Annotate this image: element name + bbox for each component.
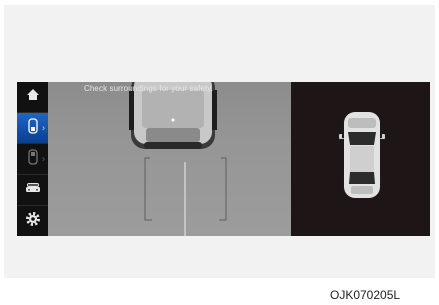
parking-guide-lines bbox=[144, 157, 227, 236]
safety-warning-text: Check surroundings for your safety. bbox=[84, 84, 214, 93]
rear-camera-view: Check surroundings for your safety. bbox=[48, 82, 291, 236]
front-view-camera-button[interactable]: › bbox=[17, 144, 48, 175]
vehicle-top-view-icon bbox=[339, 112, 385, 198]
camera-sidebar: › › bbox=[17, 82, 48, 236]
rear-view-camera-button[interactable]: › bbox=[17, 113, 48, 144]
home-icon bbox=[26, 88, 40, 106]
vehicle-view-button[interactable] bbox=[17, 175, 48, 206]
rear-view-camera-icon bbox=[26, 117, 40, 139]
home-button[interactable] bbox=[17, 82, 48, 113]
chevron-right-icon: › bbox=[42, 153, 45, 164]
front-view-camera-icon bbox=[26, 148, 40, 170]
chevron-right-icon: › bbox=[42, 122, 45, 133]
parking-view-screen: › › Check surroundings for your safety. bbox=[17, 82, 430, 236]
settings-gear-icon bbox=[25, 211, 41, 232]
settings-button[interactable] bbox=[17, 206, 48, 236]
surround-top-view bbox=[291, 82, 430, 236]
vehicle-view-icon bbox=[25, 181, 41, 200]
figure-code: OJK070205L bbox=[330, 288, 401, 302]
